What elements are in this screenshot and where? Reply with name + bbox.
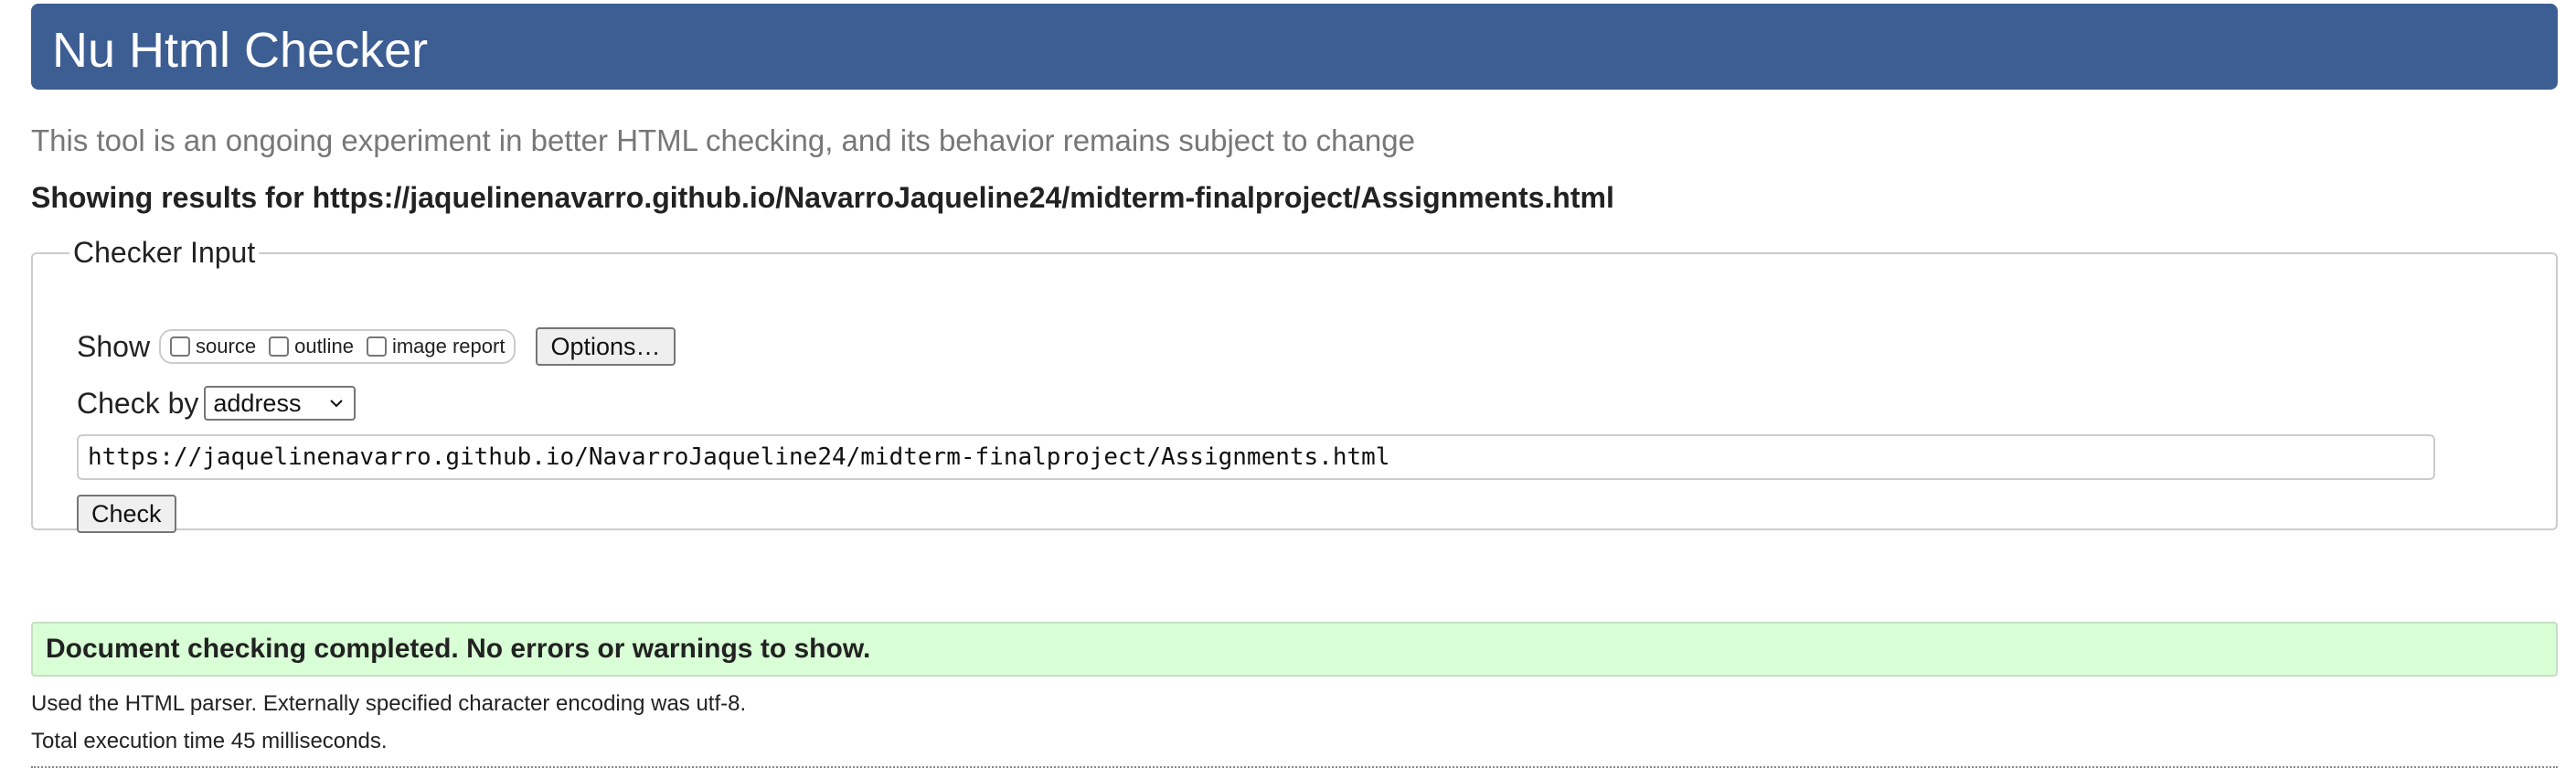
show-outline-checkbox[interactable]: outline [269,335,354,358]
checker-input-fieldset: Checker Input Show source outline image … [31,236,2558,533]
checkbox-box[interactable] [269,336,290,357]
tool-subtitle: This tool is an ongoing experiment in be… [31,123,1415,157]
checkbox-box[interactable] [366,336,387,357]
results-heading: Showing results for https://jaquelinenav… [31,181,1614,214]
checkbox-label: image report [391,335,506,357]
show-row: Show source outline image report Options… [77,326,676,367]
check-by-select[interactable]: address [204,386,357,421]
check-by-selected-value: address [213,389,302,417]
header-bar: Nu Html Checker [31,4,2558,90]
parser-details: Used the HTML parser. Externally specifi… [31,691,747,716]
execution-time: Total execution time 45 milliseconds. [31,729,388,753]
url-input[interactable]: https://jaquelinenavarro.github.io/Navar… [77,434,2435,480]
checker-input-legend: Checker Input [73,236,256,269]
checkbox-box[interactable] [170,336,191,357]
show-options-group: source outline image report [159,329,516,364]
options-button[interactable]: Options… [536,327,676,366]
show-label: Show [77,329,151,363]
success-message: Document checking completed. No errors o… [31,622,2558,677]
page-title: Nu Html Checker [52,23,429,78]
check-by-label: Check by [77,386,199,420]
check-by-row: Check by address [77,383,357,423]
check-button[interactable]: Check [77,495,176,533]
show-image-report-checkbox[interactable]: image report [366,335,506,358]
chevron-down-icon [330,400,344,408]
checkbox-label: outline [294,335,354,357]
show-source-checkbox[interactable]: source [170,335,256,358]
divider [31,766,2558,768]
checkbox-label: source [196,335,257,357]
page: Nu Html Checker This tool is an ongoing … [0,0,2576,779]
